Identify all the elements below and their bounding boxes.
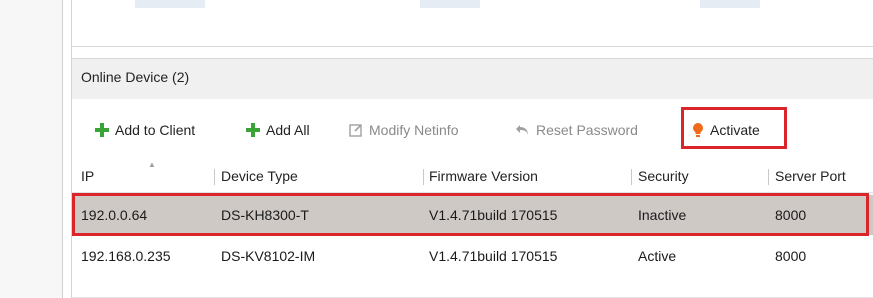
edit-box-icon xyxy=(349,123,363,137)
undo-arrow-icon xyxy=(515,123,530,137)
column-separator xyxy=(768,169,769,185)
cell-firmware: V1.4.71build 170515 xyxy=(429,248,558,264)
column-header-security[interactable]: Security xyxy=(638,168,689,184)
table-header: ▲ IP Device Type Firmware Version Securi… xyxy=(72,158,873,193)
cell-server-port: 8000 xyxy=(775,248,807,264)
watermark-shape xyxy=(700,0,760,8)
add-to-client-button[interactable]: Add to Client xyxy=(95,120,195,140)
column-header-ip[interactable]: IP xyxy=(81,168,94,184)
reset-password-button[interactable]: Reset Password xyxy=(515,120,638,140)
cell-device-type: DS-KV8102-IM xyxy=(221,248,316,264)
reset-password-label: Reset Password xyxy=(536,122,638,138)
add-all-label: Add All xyxy=(266,122,310,138)
column-header-server-port[interactable]: Server Port xyxy=(775,168,846,184)
watermark-shape xyxy=(135,0,205,8)
watermark-shape xyxy=(420,0,480,8)
column-header-device-type[interactable]: Device Type xyxy=(221,168,298,184)
cell-ip: 192.168.0.235 xyxy=(81,248,171,264)
left-gutter xyxy=(0,0,62,298)
sort-ascending-icon: ▲ xyxy=(148,160,156,169)
section-title: Online Device (2) xyxy=(81,69,190,85)
column-separator xyxy=(423,169,424,185)
row-highlight-box xyxy=(72,193,869,236)
online-device-header: Online Device (2) xyxy=(72,58,873,100)
column-header-firmware-version[interactable]: Firmware Version xyxy=(429,168,538,184)
plus-icon xyxy=(95,123,109,137)
activate-highlight-box xyxy=(681,107,787,149)
table-row[interactable]: 192.168.0.235 DS-KV8102-IM V1.4.71build … xyxy=(72,236,873,276)
add-all-button[interactable]: Add All xyxy=(246,120,310,140)
cell-security: Active xyxy=(638,248,677,264)
modify-netinfo-label: Modify Netinfo xyxy=(369,122,459,138)
modify-netinfo-button[interactable]: Modify Netinfo xyxy=(349,120,458,140)
gutter-divider xyxy=(62,0,63,298)
column-separator xyxy=(631,169,632,185)
plus-icon xyxy=(246,123,260,137)
add-to-client-label: Add to Client xyxy=(115,122,196,138)
column-separator xyxy=(214,169,215,185)
